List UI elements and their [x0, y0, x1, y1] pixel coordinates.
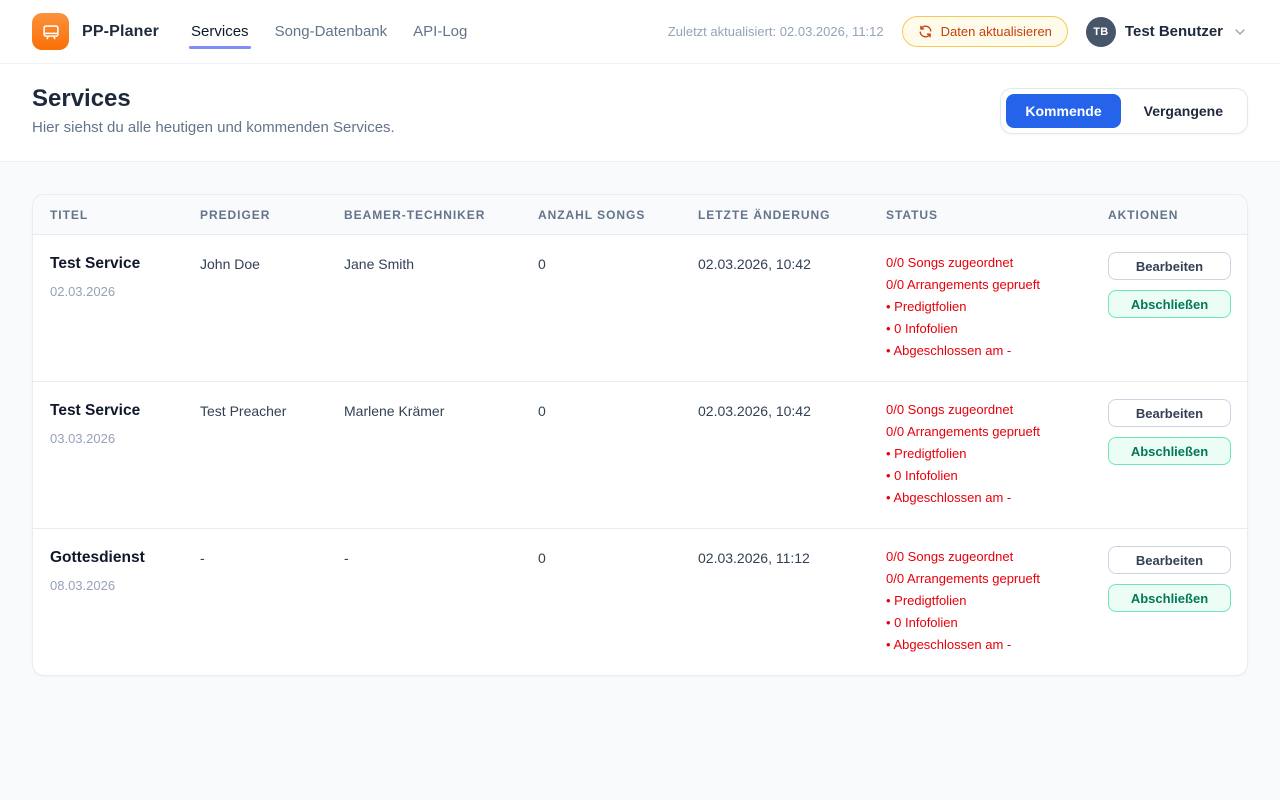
filter-upcoming-button[interactable]: Kommende [1006, 94, 1120, 128]
last-change-cell: 02.03.2026, 10:42 [698, 252, 886, 274]
status-line: • 0 Infofolien [886, 318, 1108, 340]
top-bar: PP-Planer Services Song-Datenbank API-Lo… [0, 0, 1280, 64]
service-date: 03.03.2026 [50, 429, 200, 449]
actions-cell: Bearbeiten Abschließen [1108, 546, 1231, 612]
service-date: 08.03.2026 [50, 576, 200, 596]
status-line: 0/0 Songs zugeordnet [886, 546, 1108, 568]
status-line: 0/0 Arrangements geprueft [886, 421, 1108, 443]
topbar-right: Zuletzt aktualisiert: 02.03.2026, 11:12 … [668, 16, 1248, 47]
chevron-down-icon [1232, 24, 1248, 40]
service-title: Test Service [50, 254, 200, 274]
filter-past-button[interactable]: Vergangene [1125, 94, 1242, 128]
song-count-cell: 0 [538, 546, 698, 568]
edit-button[interactable]: Bearbeiten [1108, 546, 1231, 574]
nav-item-song-datenbank[interactable]: Song-Datenbank [275, 23, 388, 40]
preacher-cell: - [200, 546, 344, 568]
status-line: • Abgeschlossen am - [886, 340, 1108, 362]
service-title: Gottesdienst [50, 548, 200, 568]
avatar: TB [1086, 17, 1116, 47]
refresh-label: Daten aktualisieren [941, 24, 1052, 39]
main-content: Titel Prediger Beamer-Techniker Anzahl S… [0, 162, 1280, 708]
complete-button[interactable]: Abschließen [1108, 437, 1231, 465]
projector-icon [40, 21, 62, 43]
column-header-aktionen: Aktionen [1108, 208, 1230, 222]
column-header-beamer-techniker: Beamer-Techniker [344, 208, 538, 222]
edit-button[interactable]: Bearbeiten [1108, 252, 1231, 280]
technician-cell: Marlene Krämer [344, 399, 538, 421]
status-cell: 0/0 Songs zugeordnet 0/0 Arrangements ge… [886, 399, 1108, 509]
page-title: Services [32, 85, 395, 113]
song-count-cell: 0 [538, 252, 698, 274]
table-row: Test Service 03.03.2026 Test Preacher Ma… [33, 382, 1247, 529]
actions-cell: Bearbeiten Abschließen [1108, 399, 1231, 465]
status-line: • Abgeschlossen am - [886, 487, 1108, 509]
table-row: Gottesdienst 08.03.2026 - - 0 02.03.2026… [33, 529, 1247, 675]
nav-item-services[interactable]: Services [191, 23, 249, 40]
column-header-titel: Titel [50, 208, 200, 222]
refresh-data-button[interactable]: Daten aktualisieren [902, 16, 1068, 47]
app-logo [32, 13, 69, 50]
topbar-left: PP-Planer Services Song-Datenbank API-Lo… [32, 13, 467, 50]
title-cell: Gottesdienst 08.03.2026 [50, 546, 200, 596]
edit-button[interactable]: Bearbeiten [1108, 399, 1231, 427]
status-line: 0/0 Arrangements geprueft [886, 274, 1108, 296]
service-title: Test Service [50, 401, 200, 421]
table-header-row: Titel Prediger Beamer-Techniker Anzahl S… [33, 195, 1247, 235]
technician-cell: Jane Smith [344, 252, 538, 274]
complete-button[interactable]: Abschließen [1108, 290, 1231, 318]
status-line: • Predigtfolien [886, 590, 1108, 612]
user-name: Test Benutzer [1125, 23, 1223, 40]
complete-button[interactable]: Abschließen [1108, 584, 1231, 612]
preacher-cell: John Doe [200, 252, 344, 274]
app-name: PP-Planer [82, 23, 159, 41]
nav-item-api-log[interactable]: API-Log [413, 23, 467, 40]
status-line: 0/0 Arrangements geprueft [886, 568, 1108, 590]
status-cell: 0/0 Songs zugeordnet 0/0 Arrangements ge… [886, 546, 1108, 656]
service-filter-toggle: Kommende Vergangene [1000, 88, 1248, 134]
status-line: • Predigtfolien [886, 296, 1108, 318]
column-header-status: Status [886, 208, 1108, 222]
refresh-icon [918, 24, 933, 39]
status-line: 0/0 Songs zugeordnet [886, 399, 1108, 421]
last-change-cell: 02.03.2026, 10:42 [698, 399, 886, 421]
status-line: • Predigtfolien [886, 443, 1108, 465]
last-updated-text: Zuletzt aktualisiert: 02.03.2026, 11:12 [668, 24, 884, 39]
page-header: Services Hier siehst du alle heutigen un… [0, 64, 1280, 162]
actions-cell: Bearbeiten Abschließen [1108, 252, 1231, 318]
status-line: • Abgeschlossen am - [886, 634, 1108, 656]
song-count-cell: 0 [538, 399, 698, 421]
preacher-cell: Test Preacher [200, 399, 344, 421]
last-change-cell: 02.03.2026, 11:12 [698, 546, 886, 568]
service-date: 02.03.2026 [50, 282, 200, 302]
title-cell: Test Service 03.03.2026 [50, 399, 200, 449]
column-header-letzte-aenderung: Letzte Änderung [698, 208, 886, 222]
main-nav: Services Song-Datenbank API-Log [191, 23, 467, 40]
column-header-anzahl-songs: Anzahl Songs [538, 208, 698, 222]
status-line: • 0 Infofolien [886, 465, 1108, 487]
column-header-prediger: Prediger [200, 208, 344, 222]
page-subtitle: Hier siehst du alle heutigen und kommend… [32, 119, 395, 136]
user-menu[interactable]: TB Test Benutzer [1086, 17, 1248, 47]
table-row: Test Service 02.03.2026 John Doe Jane Sm… [33, 235, 1247, 382]
status-line: 0/0 Songs zugeordnet [886, 252, 1108, 274]
status-line: • 0 Infofolien [886, 612, 1108, 634]
page-header-text: Services Hier siehst du alle heutigen un… [32, 85, 395, 136]
services-table-card: Titel Prediger Beamer-Techniker Anzahl S… [32, 194, 1248, 676]
technician-cell: - [344, 546, 538, 568]
status-cell: 0/0 Songs zugeordnet 0/0 Arrangements ge… [886, 252, 1108, 362]
title-cell: Test Service 02.03.2026 [50, 252, 200, 302]
